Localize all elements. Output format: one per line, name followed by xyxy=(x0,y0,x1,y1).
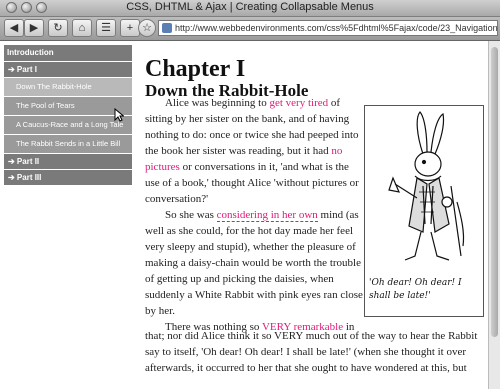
add-bookmark-button[interactable]: + xyxy=(120,19,140,37)
nav-item-rabbit-sends-bill[interactable]: The Rabbit Sends in a Little Bill xyxy=(4,135,132,154)
window-title-bar: CSS, DHTML & Ajax | Creating Collapsable… xyxy=(0,0,500,17)
bookmark-button[interactable]: ☰ xyxy=(96,19,116,37)
bookmark-icon: ☰ xyxy=(101,22,111,34)
collapsible-menu: Introduction ➔ Part I Down The Rabbit-Ho… xyxy=(4,45,132,186)
snapback-button[interactable]: ☆ xyxy=(138,19,156,37)
text-run: Alice was beginning to xyxy=(165,97,270,109)
nav-part-3[interactable]: ➔ Part III xyxy=(4,170,132,186)
nav-item-down-the-rabbit-hole[interactable]: Down The Rabbit-Hole xyxy=(4,78,132,97)
address-bar[interactable]: http://www.webbedenvironments.com/css%5F… xyxy=(158,20,498,36)
highlighted-phrase[interactable]: considering in her own xyxy=(216,209,318,222)
scrollbar-thumb[interactable] xyxy=(491,47,498,337)
highlighted-phrase[interactable]: get very tired xyxy=(269,97,328,109)
back-arrow-icon: ◀ xyxy=(9,22,19,34)
nav-item-caucus-race[interactable]: A Caucus-Race and a Long Tale xyxy=(4,116,132,135)
forward-arrow-icon: ▶ xyxy=(29,22,39,34)
reload-icon: ↻ xyxy=(53,22,63,34)
star-icon: ☆ xyxy=(142,22,152,34)
window-title: CSS, DHTML & Ajax | Creating Collapsable… xyxy=(126,1,374,13)
page-content: Introduction ➔ Part I Down The Rabbit-Ho… xyxy=(0,41,488,389)
white-rabbit-drawing xyxy=(388,111,465,261)
chapter-text: Alice was beginning to get very tired of… xyxy=(145,95,363,335)
mouse-pointer-icon xyxy=(114,107,125,127)
vertical-scrollbar[interactable] xyxy=(488,41,500,389)
paragraph: So she was considering in her own mind (… xyxy=(145,207,363,319)
nav-item-pool-of-tears[interactable]: The Pool of Tears xyxy=(4,97,132,116)
chapter-title: Chapter I xyxy=(145,56,246,82)
text-run: mind (as well as she could, for the hot … xyxy=(145,209,363,317)
chapter-text-continued: that; nor did Alice think it so VERY muc… xyxy=(145,328,487,376)
white-rabbit-illustration: 'Oh dear! Oh dear! I shall be late!' xyxy=(364,105,484,317)
paragraph: Alice was beginning to get very tired of… xyxy=(145,95,363,207)
nav-introduction[interactable]: Introduction xyxy=(4,45,132,62)
chapter-header: Chapter I Down the Rabbit-Hole xyxy=(145,56,485,100)
home-button[interactable]: ⌂ xyxy=(72,19,92,37)
nav-part-2[interactable]: ➔ Part II xyxy=(4,154,132,170)
browser-toolbar: ◀ ▶ ↻ ⌂ ☰ + ☆ http://www.webbedenvironme… xyxy=(0,17,500,41)
forward-button[interactable]: ▶ xyxy=(24,19,44,37)
reload-button[interactable]: ↻ xyxy=(48,19,68,37)
home-icon: ⌂ xyxy=(78,22,86,34)
paragraph: that; nor did Alice think it so VERY muc… xyxy=(145,330,478,374)
site-favicon-icon xyxy=(162,23,172,33)
nav-part-1[interactable]: ➔ Part I xyxy=(4,62,132,78)
url-text: http://www.webbedenvironments.com/css%5F… xyxy=(175,23,498,33)
illustration-caption: 'Oh dear! Oh dear! I shall be late!' xyxy=(369,278,462,301)
back-button[interactable]: ◀ xyxy=(4,19,24,37)
plus-icon: + xyxy=(126,22,134,34)
text-run: So she was xyxy=(165,209,217,221)
